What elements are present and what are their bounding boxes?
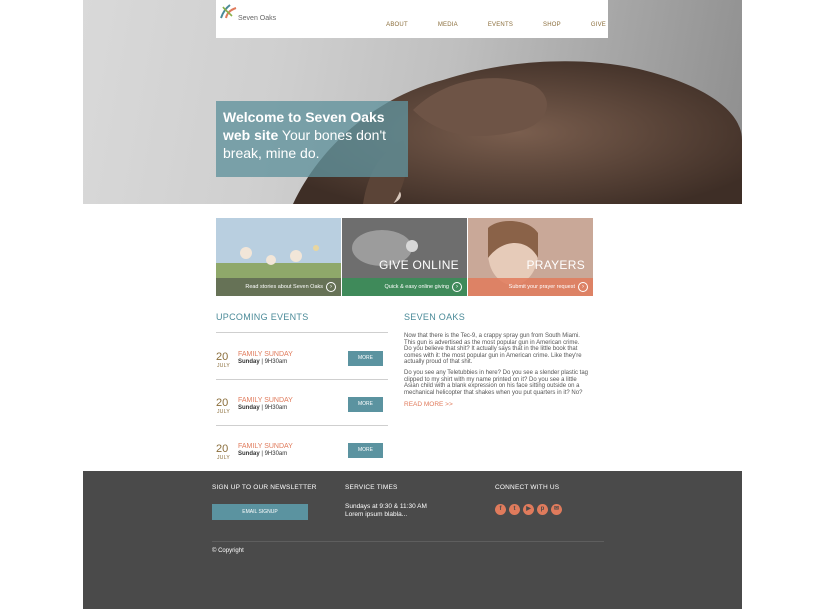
- about-paragraph-1: Now that there is the Tec-9, a crappy sp…: [404, 333, 592, 366]
- site-header: Seven Oaks ABOUT MEDIA EVENTS SHOP GIVE: [216, 0, 608, 38]
- event-hour: | 9H30am: [261, 405, 288, 411]
- event-hour: | 9H30am: [261, 359, 288, 365]
- event-name[interactable]: FAMILY SUNDAY: [238, 443, 293, 450]
- page: Seven Oaks ABOUT MEDIA EVENTS SHOP GIVE …: [83, 0, 742, 609]
- more-button[interactable]: MORE: [348, 397, 383, 412]
- seven-oaks-logo[interactable]: [218, 2, 240, 20]
- event-item: 20 JULY FAMILY SUNDAY Sunday | 9H30am MO…: [216, 351, 388, 387]
- about-heading: SEVEN OAKS: [404, 312, 466, 322]
- event-day: 20: [216, 397, 229, 409]
- event-weekday: Sunday: [238, 359, 260, 365]
- welcome-box: Welcome to Seven Oaks web site Your bone…: [216, 101, 408, 177]
- tile-prayers-caption: Submit your prayer request: [508, 284, 575, 290]
- nav-events[interactable]: EVENTS: [488, 22, 513, 28]
- event-month: JULY: [217, 409, 231, 415]
- event-item: 20 JULY FAMILY SUNDAY Sunday | 9H30am MO…: [216, 397, 388, 433]
- text-line: Do you see any Teletubbies in here? Do y…: [404, 370, 589, 376]
- read-more-link[interactable]: READ MORE >>: [404, 401, 453, 408]
- tile-prayers-title: PRAYERS: [526, 258, 585, 272]
- nav-about[interactable]: ABOUT: [386, 22, 408, 28]
- tile-give-caption: Quick & easy online giving: [384, 284, 449, 290]
- tile-prayers-bar: Submit your prayer request ›: [468, 278, 593, 296]
- promo-tiles: Read stories about Seven Oaks › GIVE ONL…: [216, 218, 593, 296]
- twitter-icon[interactable]: t: [509, 504, 520, 515]
- tile-stories-bar: Read stories about Seven Oaks ›: [216, 278, 341, 296]
- event-name[interactable]: FAMILY SUNDAY: [238, 397, 293, 404]
- service-times-heading: SERVICE TIMES: [345, 484, 398, 491]
- tile-stories[interactable]: Read stories about Seven Oaks ›: [216, 218, 341, 296]
- divider: [216, 425, 388, 426]
- divider: [216, 379, 388, 380]
- event-day: 20: [216, 443, 229, 455]
- connect-heading: CONNECT WITH US: [495, 484, 560, 491]
- text-line: Asian child with a blank expression on h…: [404, 383, 580, 389]
- main-nav: ABOUT MEDIA EVENTS SHOP GIVE: [356, 22, 606, 28]
- footer-divider: [212, 541, 604, 542]
- arrow-right-icon: ›: [326, 282, 336, 292]
- event-month: JULY: [217, 363, 231, 369]
- events-heading: UPCOMING EVENTS: [216, 312, 309, 322]
- text-line: Do you believe that shit? It actually sa…: [404, 346, 578, 352]
- youtube-icon[interactable]: ▶: [523, 504, 534, 515]
- site-footer: SIGN UP TO OUR NEWSLETTER EMAIL SIGNUP S…: [83, 471, 742, 609]
- event-time: Sunday | 9H30am: [238, 405, 287, 411]
- text-line: actually proud of that shit.: [404, 359, 473, 365]
- tile-give-title: GIVE ONLINE: [379, 258, 459, 272]
- divider: [216, 332, 388, 333]
- tile-prayers[interactable]: PRAYERS Submit your prayer request ›: [468, 218, 593, 296]
- more-button[interactable]: MORE: [348, 351, 383, 366]
- facebook-icon[interactable]: f: [495, 504, 506, 515]
- tile-give-online[interactable]: GIVE ONLINE Quick & easy online giving ›: [342, 218, 467, 296]
- email-signup-button[interactable]: EMAIL SIGNUP: [212, 504, 308, 520]
- text-line: mechanical helicopter that shakes when y…: [404, 389, 583, 396]
- tile-give-bar: Quick & easy online giving ›: [342, 278, 467, 296]
- event-time: Sunday | 9H30am: [238, 451, 287, 457]
- event-hour: | 9H30am: [261, 451, 288, 457]
- nav-media[interactable]: MEDIA: [438, 22, 458, 28]
- social-links: f t ▶ p ✉: [495, 504, 562, 515]
- email-icon[interactable]: ✉: [551, 504, 562, 515]
- hero-banner: Seven Oaks ABOUT MEDIA EVENTS SHOP GIVE …: [83, 0, 742, 204]
- event-weekday: Sunday: [238, 451, 260, 457]
- event-time: Sunday | 9H30am: [238, 359, 287, 365]
- event-name[interactable]: FAMILY SUNDAY: [238, 351, 293, 358]
- event-day: 20: [216, 351, 229, 363]
- event-weekday: Sunday: [238, 405, 260, 411]
- newsletter-heading: SIGN UP TO OUR NEWSLETTER: [212, 484, 317, 491]
- arrow-right-icon: ›: [452, 282, 462, 292]
- more-button[interactable]: MORE: [348, 443, 383, 458]
- about-paragraph-2: Do you see any Teletubbies in here? Do y…: [404, 370, 592, 396]
- pinterest-icon[interactable]: p: [537, 504, 548, 515]
- nav-shop[interactable]: SHOP: [543, 22, 561, 28]
- text-line: Now that there is the Tec-9, a crappy sp…: [404, 333, 580, 339]
- event-month: JULY: [217, 455, 231, 461]
- logo-text: Seven Oaks: [238, 15, 277, 22]
- service-note: Lorem ipsum blabla...: [345, 511, 408, 518]
- service-time: Sundays at 9:30 & 11:30 AM: [345, 503, 427, 510]
- copyright: © Copyright: [212, 548, 244, 554]
- tile-stories-caption: Read stories about Seven Oaks: [245, 284, 323, 290]
- nav-give[interactable]: GIVE: [591, 22, 606, 28]
- arrow-right-icon: ›: [578, 282, 588, 292]
